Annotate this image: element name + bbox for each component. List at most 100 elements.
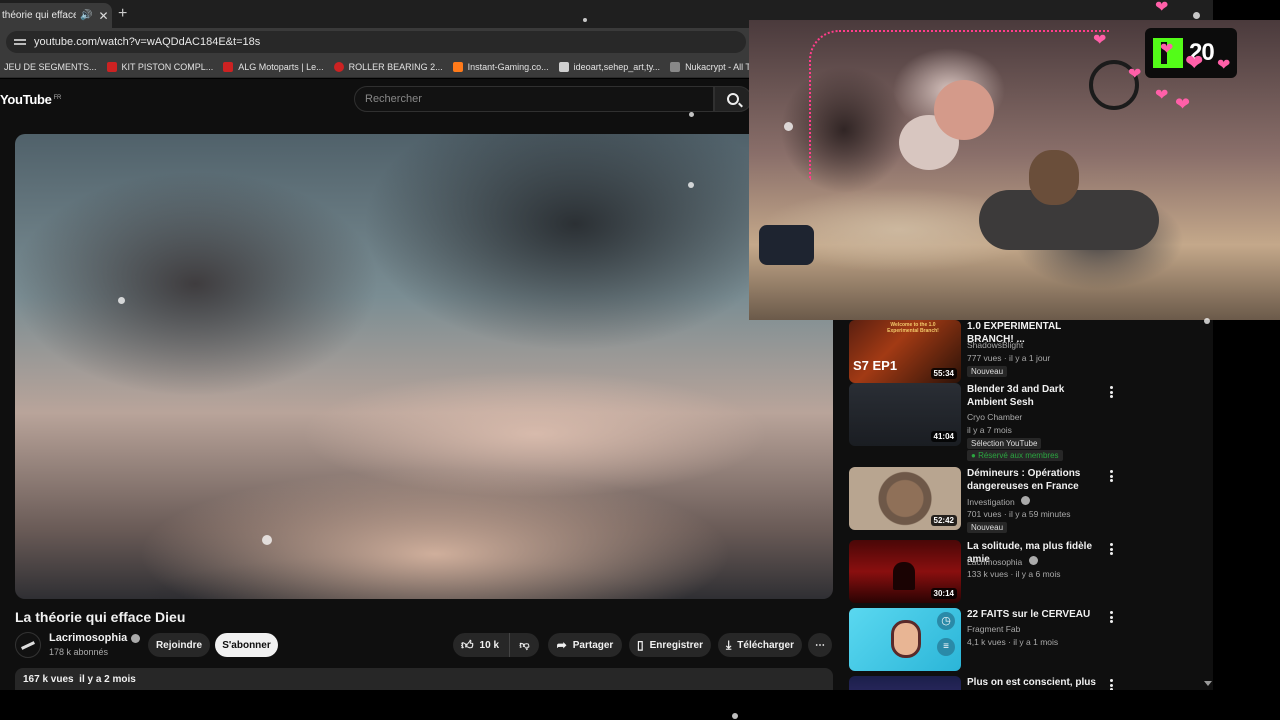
verified-icon <box>1028 556 1038 565</box>
screen: théorie qui efface Dieu 🔊 ✕ + youtube.co… <box>0 0 1280 720</box>
suggestion-thumbnail[interactable]: 41:04 <box>849 383 961 446</box>
view-count: 167 k vues <box>23 674 74 685</box>
poster-face <box>934 80 994 140</box>
description-box[interactable]: 167 k vues il y a 2 mois <box>15 668 833 690</box>
duration-badge: 41:04 <box>930 431 957 442</box>
channel-text: Lacrimosophia <box>967 557 1023 567</box>
subscribe-button[interactable]: S'abonner <box>215 633 278 657</box>
channel-name-text: Lacrimosophia <box>49 632 128 644</box>
heart-icon: ❤ <box>1160 41 1174 58</box>
youtube-icon <box>106 61 117 72</box>
more-actions-button[interactable]: ⋯ <box>808 633 832 657</box>
share-icon: ➦ <box>556 638 567 652</box>
snowflake <box>118 297 125 304</box>
suggestion-menu-button[interactable] <box>1109 386 1113 398</box>
suggestion-menu-button[interactable] <box>1109 470 1113 482</box>
favicon-icon <box>333 61 344 72</box>
heart-icon: ❤ <box>1128 66 1142 83</box>
suggestion-item[interactable]: Plus on est conscient, plus on <box>849 676 1119 690</box>
url-text: youtube.com/watch?v=wAQDdAC184E&t=18s <box>34 36 261 48</box>
logo-region: FR <box>53 94 62 101</box>
active-tab[interactable]: théorie qui efface Dieu 🔊 ✕ <box>0 3 112 28</box>
suggestion-item[interactable]: 52:42 Démineurs : Opérations dangereuses… <box>849 467 1119 533</box>
channel-name[interactable]: Lacrimosophia <box>49 632 141 644</box>
suggestion-menu-button[interactable] <box>1109 543 1113 555</box>
channel-avatar[interactable] <box>15 632 41 658</box>
suggestion-thumbnail[interactable]: 52:42 <box>849 467 961 530</box>
duration-badge: 52:42 <box>930 515 957 526</box>
suggestion-meta: il y a 7 mois <box>967 425 1012 435</box>
bookmark-item[interactable]: ROLLER BEARING 2... <box>333 61 443 72</box>
snowflake <box>689 112 694 117</box>
new-tab-button[interactable]: + <box>118 5 127 23</box>
snowflake <box>1193 12 1200 19</box>
new-badge: Nouveau <box>967 522 1008 533</box>
video-player[interactable] <box>15 134 833 599</box>
verified-icon <box>1021 496 1031 505</box>
add-to-queue-icon[interactable]: ≡ <box>937 638 955 656</box>
bookmark-item[interactable]: JEU DE SEGMENTS... <box>4 62 97 72</box>
controller <box>759 225 814 265</box>
suggestion-thumbnail[interactable]: Welcome to the 1.0 Experimental Branch! … <box>849 320 961 383</box>
join-button[interactable]: Rejoindre <box>148 633 210 657</box>
speaker-icon[interactable]: 🔊 <box>80 10 92 21</box>
publish-date: il y a 2 mois <box>79 674 136 685</box>
favicon-icon <box>223 61 234 72</box>
more-icon: ⋯ <box>815 639 825 651</box>
duration-badge: 55:34 <box>930 368 957 379</box>
search-input[interactable]: Rechercher <box>354 86 714 112</box>
dislike-button[interactable]: 👎︎ <box>509 633 539 657</box>
download-button[interactable]: ⤓ Télécharger <box>718 633 802 657</box>
search-button[interactable] <box>714 86 752 112</box>
bookmark-label: ideoart,sehep_art,ty... <box>573 61 661 72</box>
verified-icon <box>131 633 141 643</box>
search-placeholder: Rechercher <box>365 93 422 105</box>
close-icon[interactable]: ✕ <box>98 9 108 23</box>
suggestion-channel: Lacrimosophia <box>967 556 1038 567</box>
save-button[interactable]: ▯ Enregistrer <box>629 633 711 657</box>
suggestion-meta: 4,1 k vues · il y a 1 mois <box>967 637 1059 647</box>
suggestion-item[interactable]: Welcome to the 1.0 Experimental Branch! … <box>849 320 1119 384</box>
snowflake <box>784 122 793 131</box>
suggestion-item[interactable]: 30:14 La solitude, ma plus fidèle amie L… <box>849 540 1119 604</box>
snowflake <box>262 535 272 545</box>
cartoon-face <box>891 620 921 658</box>
suggestion-title: Démineurs : Opérations dangereuses en Fr… <box>967 468 1081 492</box>
snowflake <box>732 713 738 719</box>
suggestion-menu-button[interactable] <box>1109 611 1113 623</box>
youtube-logo[interactable]: YouTube FR <box>0 92 61 107</box>
bookmark-label: ROLLER BEARING 2... <box>348 61 443 72</box>
subscriber-count: 178 k abonnés <box>49 647 109 657</box>
like-button[interactable]: 👍︎ 10 k <box>453 633 509 657</box>
suggestion-item[interactable]: ◷ ≡ 22 FAITS sur le CERVEAU Fragment Fab… <box>849 608 1119 672</box>
suggestion-title: Plus on est conscient, plus on <box>967 677 1096 688</box>
suggestion-thumbnail[interactable]: ◷ ≡ <box>849 608 961 671</box>
scroll-down-arrow[interactable] <box>1204 681 1212 686</box>
bookmark-item[interactable]: Instant-Gaming.co... <box>452 61 549 72</box>
suggestion-item[interactable]: 41:04 Blender 3d and Dark Ambient Sesh C… <box>849 383 1119 461</box>
suggestion-channel: Investigation <box>967 496 1031 507</box>
suggestion-menu-button[interactable] <box>1109 679 1113 690</box>
video-title: La théorie qui efface Dieu <box>15 609 186 625</box>
site-settings-icon[interactable] <box>14 36 26 48</box>
suggestion-thumbnail[interactable]: 30:14 <box>849 540 961 603</box>
suggestion-meta: 777 vues · il y a 1 jour <box>967 353 1051 363</box>
clock-icon[interactable]: ◷ <box>937 612 955 630</box>
snowflake <box>688 182 694 188</box>
bookmark-item[interactable]: ideoart,sehep_art,ty... <box>558 61 661 72</box>
thumbs-up-icon: 👍︎ <box>461 638 474 652</box>
members-only-label: Réservé aux membres <box>978 451 1059 460</box>
heart-icon: ❤ <box>1155 87 1169 104</box>
bookmark-item[interactable]: ALG Motoparts | Le... <box>223 61 324 72</box>
bookmark-icon: ▯ <box>637 638 644 652</box>
share-button[interactable]: ➦ Partager <box>548 633 622 657</box>
bookmark-item[interactable]: KIT PISTON COMPL... <box>106 61 213 72</box>
favicon-icon <box>670 61 681 72</box>
suggestion-thumbnail[interactable] <box>849 676 961 690</box>
selection-badge: Sélection YouTube <box>967 438 1042 449</box>
suggestion-channel: Cryo Chamber <box>967 412 1023 422</box>
url-input[interactable]: youtube.com/watch?v=wAQDdAC184E&t=18s <box>6 31 746 53</box>
members-only-badge: ● Réservé aux membres <box>967 450 1063 461</box>
save-label: Enregistrer <box>649 639 703 651</box>
heart-icon: ❤ <box>1155 0 1169 16</box>
